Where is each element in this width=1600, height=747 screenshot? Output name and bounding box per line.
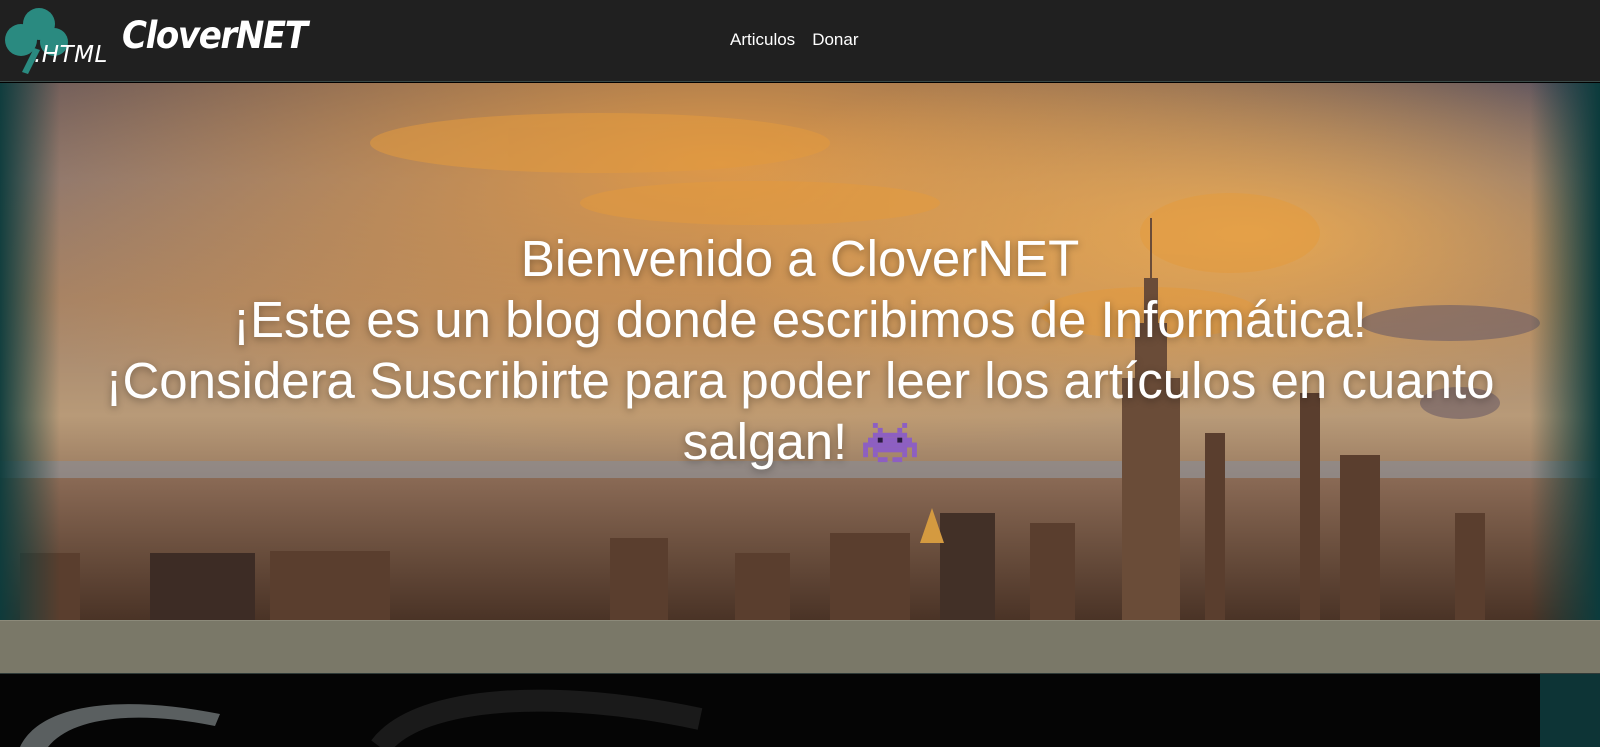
hero-banner: Bienvenido a CloverNET ¡Este es un blog … [0,83,1600,620]
dark-section [0,674,1600,747]
brand-name[interactable]: CloverNET [122,14,308,57]
hero-heading: Bienvenido a CloverNET ¡Este es un blog … [60,228,1540,472]
hero-welcome: Bienvenido a CloverNET [520,230,1080,287]
decorative-background [20,674,1600,747]
top-navbar: .HTML CloverNET Articulos Donar [0,0,1600,82]
site-logo[interactable]: .HTML [4,4,108,76]
hero-subscribe-message: ¡Considera Suscribirte para poder leer l… [105,352,1495,470]
logo-text: .HTML [34,42,108,68]
main-nav: Articulos Donar [730,30,859,50]
nav-item-donar[interactable]: Donar [812,30,858,50]
alien-monster-icon [863,423,918,463]
divider-strip [0,620,1600,674]
nav-item-articulos[interactable]: Articulos [730,30,795,50]
hero-description: ¡Este es un blog donde escribimos de Inf… [233,291,1367,348]
